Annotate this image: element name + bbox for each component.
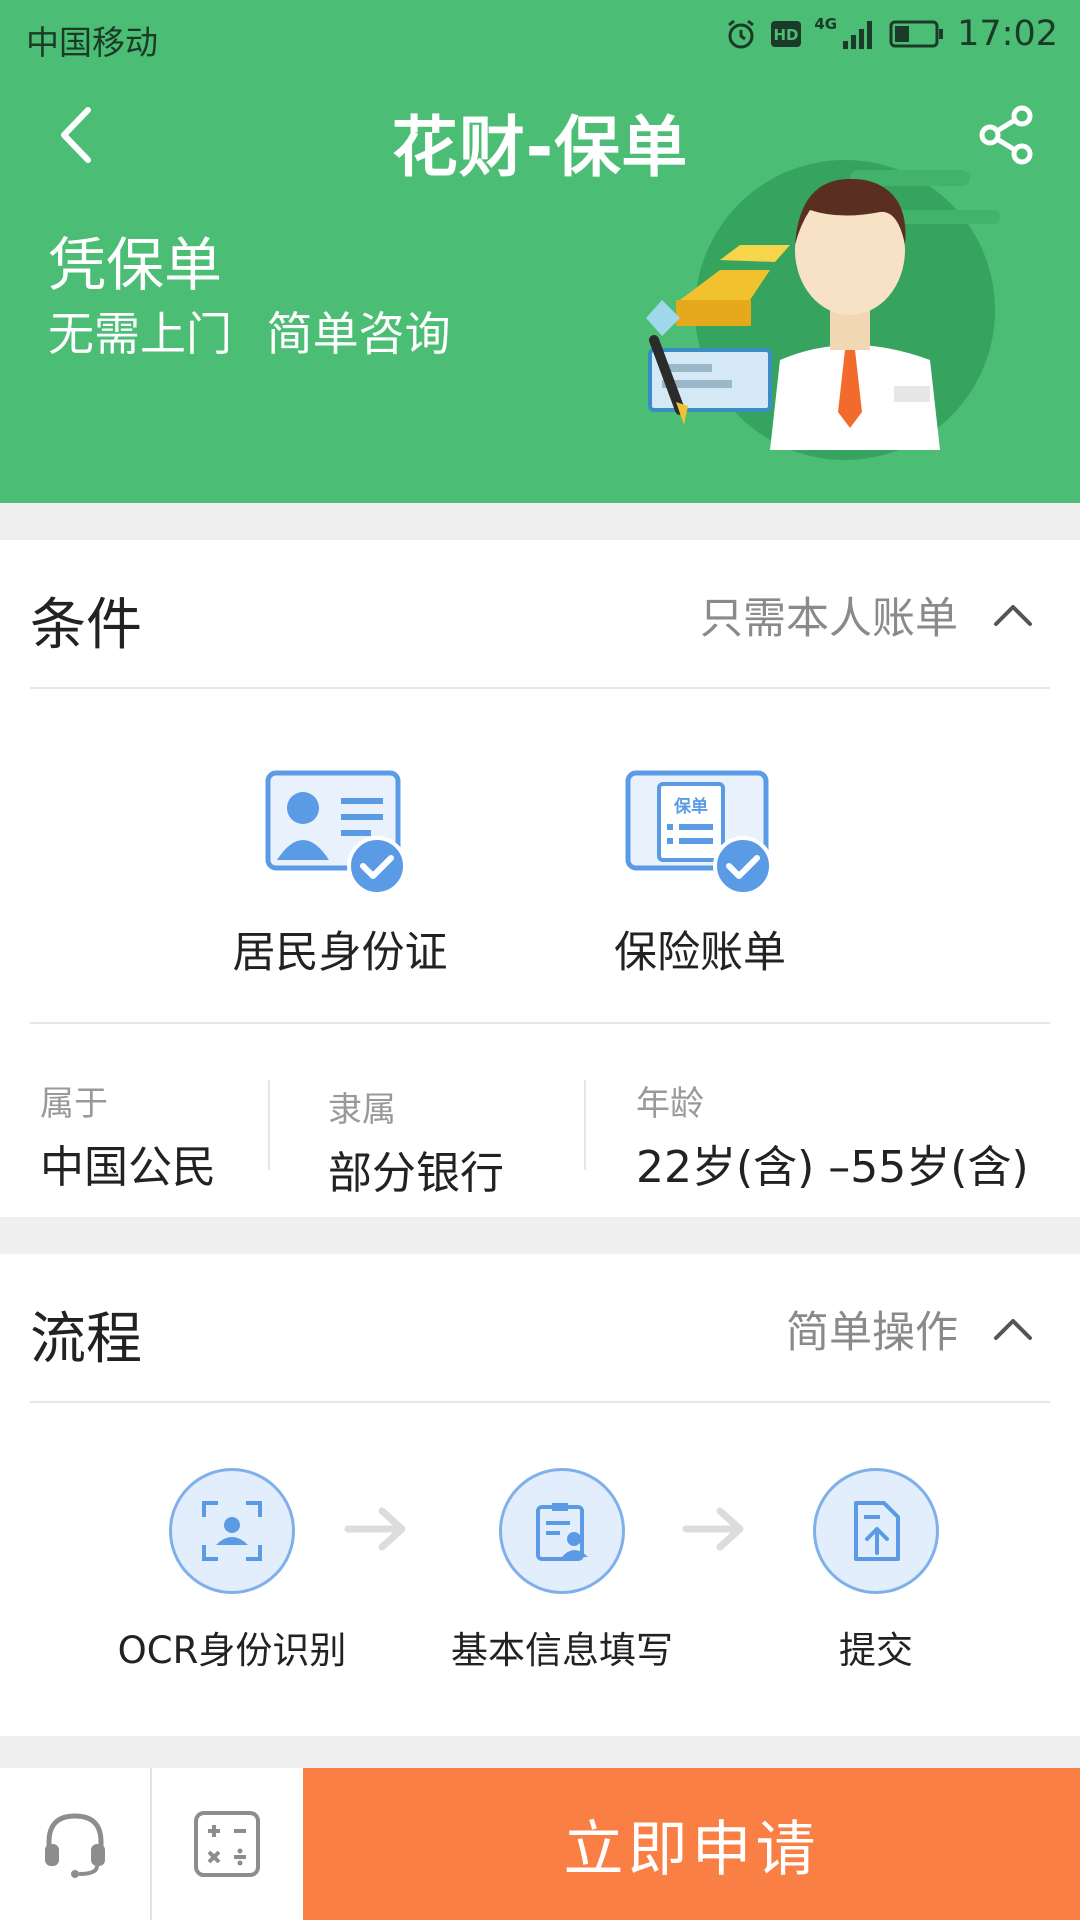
divider	[30, 1022, 1050, 1024]
document-label: 居民身份证	[232, 928, 448, 978]
promo-title: 凭保单	[48, 231, 223, 299]
battery-icon	[889, 20, 944, 48]
step-label: OCR身份识别	[117, 1629, 347, 1672]
bottom-action-bar: 立即申请	[0, 1768, 1080, 1920]
carrier-name: 中国移动	[26, 23, 158, 62]
id-card-check-icon	[265, 770, 407, 896]
status-icons: HD 4G 17:02	[724, 14, 1058, 54]
network-type-icon: 4G	[814, 15, 838, 33]
promo-subtitle: 无需上门 简单咨询	[48, 307, 451, 361]
info-label: 属于	[40, 1084, 108, 1124]
clock: 17:02	[957, 14, 1058, 54]
apply-now-button[interactable]: 立即申请	[303, 1768, 1080, 1920]
status-bar: 中国移动 HD 4G 17:02	[0, 0, 1080, 76]
document-label: 保险账单	[614, 928, 786, 978]
conditions-title: 条件	[30, 593, 142, 658]
conditions-hint: 只需本人账单	[700, 594, 958, 644]
policy-bill-check-icon: 保单	[625, 770, 773, 896]
info-label: 隶属	[328, 1090, 396, 1130]
document-id-card: 居民身份证	[210, 770, 470, 980]
process-card: 流程 简单操作 OCR身份识别 基本信息填写 提交	[0, 1254, 1080, 1736]
step-label: 提交	[839, 1629, 913, 1672]
ocr-scan-icon	[202, 1501, 262, 1561]
process-title: 流程	[30, 1307, 142, 1372]
policy-icon-text: 保单	[673, 796, 708, 817]
svg-text:HD: HD	[774, 26, 799, 44]
info-label: 年龄	[636, 1084, 704, 1124]
process-step-submit: 提交	[776, 1468, 976, 1674]
signal-icon	[843, 21, 873, 49]
customer-service-button[interactable]	[0, 1768, 150, 1920]
calculator-button[interactable]	[152, 1768, 302, 1920]
step-label: 基本信息填写	[451, 1629, 673, 1672]
form-fill-icon	[536, 1503, 588, 1561]
step-circle	[499, 1468, 625, 1594]
info-separator	[268, 1080, 270, 1170]
divider	[30, 687, 1050, 689]
info-bank: 隶属 部分银行	[328, 1082, 504, 1201]
headset-icon	[45, 1813, 105, 1878]
conditions-header[interactable]: 条件 只需本人账单	[0, 540, 1080, 688]
chevron-up-icon[interactable]	[990, 592, 1036, 638]
info-value: 中国公民	[40, 1142, 216, 1193]
info-citizenship: 属于 中国公民	[40, 1076, 216, 1195]
step-circle	[813, 1468, 939, 1594]
process-step-ocr: OCR身份识别	[92, 1468, 372, 1674]
arrow-right-icon	[344, 1507, 406, 1551]
hd-icon: HD	[771, 21, 802, 47]
step-circle	[169, 1468, 295, 1594]
divider	[30, 1401, 1050, 1403]
process-hint: 简单操作	[786, 1308, 958, 1358]
calculator-icon	[194, 1811, 260, 1877]
info-value: 部分银行	[328, 1148, 504, 1199]
process-step-fill: 基本信息填写	[412, 1468, 712, 1674]
process-header[interactable]: 流程 简单操作	[0, 1254, 1080, 1402]
advisor-illustration	[646, 160, 1000, 460]
submit-doc-icon	[854, 1501, 900, 1561]
info-value: 22岁(含) –55岁(含)	[636, 1142, 1029, 1193]
alarm-icon	[728, 19, 755, 49]
arrow-right-icon	[682, 1507, 744, 1551]
chevron-up-icon[interactable]	[990, 1306, 1036, 1352]
info-separator	[584, 1080, 586, 1170]
header: 中国移动 HD 4G 17:02 花财-保单 凭保单 无需上门 简单咨询	[0, 0, 1080, 503]
document-insurance-bill: 保单 保险账单	[570, 770, 830, 980]
info-age: 年龄 22岁(含) –55岁(含)	[636, 1076, 1029, 1195]
